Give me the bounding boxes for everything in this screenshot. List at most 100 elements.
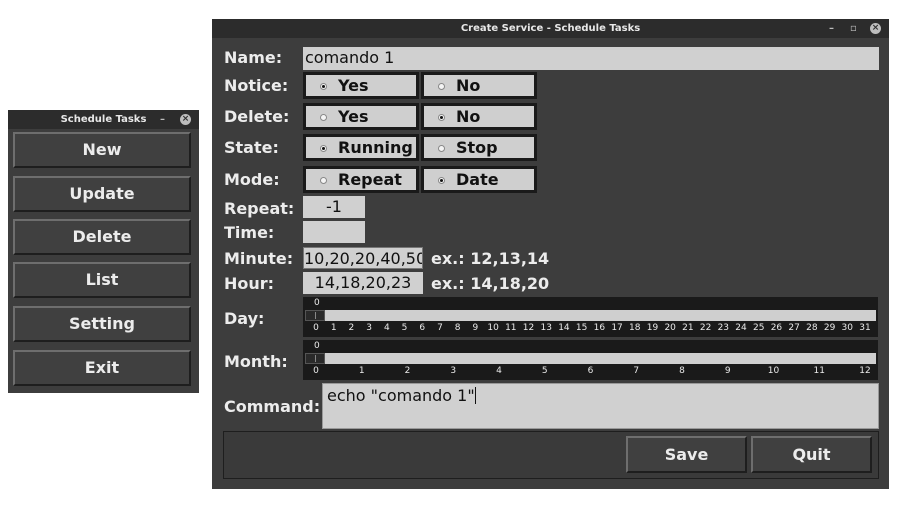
day-scale-tick-label: 23 <box>717 323 730 333</box>
day-scale-tick-label: 11 <box>505 323 517 333</box>
day-scale-tick-label: 5 <box>401 323 408 333</box>
state-running-label: Running <box>338 138 413 157</box>
day-scale-tick-label: 25 <box>753 323 765 333</box>
close-icon[interactable]: × <box>180 114 191 125</box>
delete-label: Delete: <box>224 107 290 126</box>
day-scale-tick-label: 3 <box>366 323 372 333</box>
day-scale-tick-label: 1 <box>330 323 337 333</box>
month-scale-tick-label: 1 <box>358 366 365 376</box>
state-label: State: <box>224 138 279 157</box>
exit-button[interactable]: Exit <box>13 350 191 386</box>
create-service-window: Create Service - Schedule Tasks – ▫ × Na… <box>212 19 889 489</box>
setting-button[interactable]: Setting <box>13 306 191 342</box>
month-scale-tick-label: 0 <box>313 366 319 376</box>
day-scale-tick-label: 30 <box>841 323 854 333</box>
day-scale-tick-label: 27 <box>788 323 800 333</box>
schedule-tasks-window: Schedule Tasks – × New Update Delete Lis… <box>8 110 199 393</box>
state-stop-radio[interactable]: Stop <box>421 134 537 161</box>
hour-label: Hour: <box>224 274 275 293</box>
day-scale-value: 0 <box>314 298 320 308</box>
repeat-field[interactable]: -1 <box>303 196 365 218</box>
day-scale-tick-label: 17 <box>611 323 623 333</box>
day-scale-tick-label: 31 <box>859 323 871 333</box>
day-scale-tick-label: 4 <box>383 323 390 333</box>
radio-selected-icon <box>320 83 327 90</box>
save-button[interactable]: Save <box>626 436 747 473</box>
day-label: Day: <box>224 309 265 328</box>
day-scale-tick-label: 0 <box>313 323 319 333</box>
month-scale[interactable]: 0 0 1 2 3 4 5 6 7 8 9 10 11 12 <box>303 340 878 380</box>
mode-label: Mode: <box>224 170 280 189</box>
button-bar: Save Quit <box>223 431 879 479</box>
mode-repeat-radio[interactable]: Repeat <box>303 166 419 193</box>
command-text: echo "comando 1" <box>327 386 475 405</box>
day-scale-tick-label: 8 <box>454 323 461 333</box>
day-scale-tick-label: 6 <box>419 323 426 333</box>
day-scale-tick-label: 12 <box>522 323 535 333</box>
main-window-titlebar[interactable]: Create Service - Schedule Tasks – ▫ × <box>212 19 889 38</box>
minute-field[interactable]: 10,20,20,40,50 <box>303 247 423 269</box>
month-scale-tick-label: 7 <box>633 366 640 376</box>
hour-field[interactable]: 14,18,20,23 <box>303 272 423 294</box>
update-button[interactable]: Update <box>13 176 191 212</box>
minimize-icon[interactable]: – <box>160 110 165 129</box>
delete-button[interactable]: Delete <box>13 219 191 255</box>
mode-repeat-label: Repeat <box>338 170 402 189</box>
notice-no-radio[interactable]: No <box>421 72 537 99</box>
day-slider-handle[interactable] <box>305 310 325 321</box>
notice-yes-label: Yes <box>338 76 369 95</box>
left-window-title: Schedule Tasks <box>60 114 147 125</box>
day-scale[interactable]: 0 0 1 2 3 4 5 6 7 8 9 10 11 12 13 14 15 16 17 18 19 20 21 22 23… <box>303 297 878 337</box>
delete-yes-radio[interactable]: Yes <box>303 103 419 130</box>
month-scale-tick-label: 3 <box>450 366 457 376</box>
month-scale-tick-label: 9 <box>724 366 731 376</box>
minute-label: Minute: <box>224 249 294 268</box>
month-scale-trough[interactable] <box>305 353 876 364</box>
day-scale-tick-label: 16 <box>593 323 606 333</box>
command-field[interactable]: echo "comando 1" <box>322 383 879 429</box>
state-stop-label: Stop <box>456 138 498 157</box>
quit-button[interactable]: Quit <box>751 436 872 473</box>
day-scale-tick-label: 14 <box>558 323 570 333</box>
left-window-titlebar[interactable]: Schedule Tasks – × <box>8 110 199 129</box>
month-scale-value: 0 <box>314 341 320 351</box>
minimize-icon[interactable]: – <box>829 19 834 38</box>
day-scale-tick-label: 2 <box>348 323 355 333</box>
time-field[interactable] <box>303 221 365 243</box>
day-scale-tick-label: 15 <box>575 323 588 333</box>
repeat-label: Repeat: <box>224 199 295 218</box>
month-scale-tick-label: 8 <box>679 366 685 376</box>
delete-no-label: No <box>456 107 481 126</box>
day-scale-tick-label: 28 <box>806 323 818 333</box>
delete-no-radio[interactable]: No <box>421 103 537 130</box>
maximize-icon[interactable]: ▫ <box>850 19 857 38</box>
day-scale-tick-label: 22 <box>699 323 712 333</box>
month-scale-tick-label: 11 <box>813 366 825 376</box>
notice-yes-radio[interactable]: Yes <box>303 72 419 99</box>
radio-unselected-icon <box>320 114 327 121</box>
state-running-radio[interactable]: Running <box>303 134 419 161</box>
mode-date-radio[interactable]: Date <box>421 166 537 193</box>
radio-selected-icon <box>438 177 445 184</box>
radio-selected-icon <box>320 145 327 152</box>
day-scale-tick-label: 7 <box>437 323 443 333</box>
month-scale-tick-label: 10 <box>767 366 780 376</box>
name-field[interactable]: comando 1 <box>303 47 879 70</box>
list-button[interactable]: List <box>13 262 191 298</box>
day-scale-tick-label: 21 <box>682 323 694 333</box>
day-scale-tick-label: 20 <box>664 323 676 333</box>
time-label: Time: <box>224 223 275 242</box>
month-slider-handle[interactable] <box>305 353 325 364</box>
day-scale-trough[interactable] <box>305 310 876 321</box>
notice-no-label: No <box>456 76 481 95</box>
mode-date-label: Date <box>456 170 499 189</box>
text-caret <box>474 387 476 404</box>
close-icon[interactable]: × <box>870 23 881 34</box>
new-button[interactable]: New <box>13 132 191 168</box>
day-scale-tick-label: 9 <box>472 323 479 333</box>
command-label: Command: <box>224 397 321 416</box>
month-scale-tick-label: 12 <box>859 366 871 376</box>
notice-label: Notice: <box>224 76 289 95</box>
day-scale-tick-label: 10 <box>487 323 499 333</box>
radio-unselected-icon <box>320 177 327 184</box>
